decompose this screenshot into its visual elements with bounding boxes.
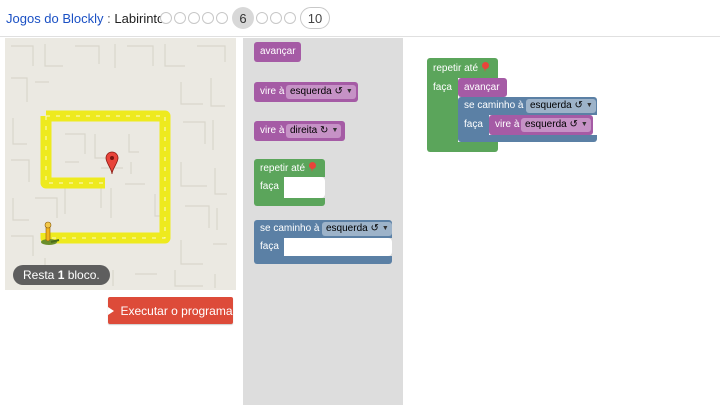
workspace-repeat-until-top[interactable]: repetir até — [427, 58, 498, 78]
maze-inner-path — [40, 116, 105, 189]
dropdown-arrow-icon: ▼ — [585, 102, 593, 109]
maze-outer-path — [40, 110, 171, 244]
if-path-do-label: faça — [260, 241, 279, 252]
repeat-until-do-label: faça — [260, 181, 279, 192]
repeat-until-body-arm: faça — [254, 177, 284, 198]
turn-left-direction-value: esquerda ↺ — [290, 86, 343, 97]
workspace-if-path-direction-value: esquerda ↺ — [530, 100, 583, 111]
level-3-link[interactable] — [188, 12, 200, 24]
toolbox-turn-left-block[interactable]: vire à esquerda ↺ ▼ — [254, 82, 358, 102]
toolbox-turn-right-block[interactable]: vire à direita ↻ ▼ — [254, 121, 345, 141]
if-path-direction-dropdown[interactable]: esquerda ↺ ▼ — [322, 222, 392, 236]
repeat-until-bottom — [254, 198, 325, 206]
block-workspace[interactable]: repetir até faça avançar se caminho à es… — [403, 38, 720, 405]
level-5-link[interactable] — [216, 12, 228, 24]
if-path-bottom — [254, 256, 392, 264]
if-path-direction-value: esquerda ↺ — [326, 223, 379, 234]
level-10-link[interactable]: 10 — [300, 7, 330, 29]
maze-board: Resta 1 bloco. — [5, 38, 236, 290]
dropdown-arrow-icon: ▼ — [331, 127, 339, 134]
workspace-move-forward-block[interactable]: avançar — [458, 78, 507, 97]
dropdown-arrow-icon: ▼ — [345, 88, 353, 95]
level-1-link[interactable] — [160, 12, 172, 24]
repeat-until-top: repetir até — [254, 159, 325, 177]
level-4-link[interactable] — [202, 12, 214, 24]
run-program-label: Executar o programa — [120, 303, 233, 318]
remaining-suffix: bloco. — [64, 268, 100, 282]
workspace-repeat-until-arm: faça — [427, 78, 458, 142]
current-level-indicator: 6 — [232, 7, 254, 29]
workspace-if-path-label: se caminho à — [464, 100, 524, 111]
level-selector: 6 10 — [160, 7, 330, 29]
workspace-if-path-arm: faça — [458, 115, 489, 135]
level-8-link[interactable] — [270, 12, 282, 24]
blocks-remaining-badge: Resta 1 bloco. — [13, 265, 110, 285]
if-path-slot — [284, 238, 392, 256]
workspace-repeat-until-bottom — [427, 142, 498, 152]
dropdown-arrow-icon: ▼ — [580, 121, 588, 128]
level-2-link[interactable] — [174, 12, 186, 24]
workspace-if-path-top[interactable]: se caminho à esquerda ↺ ▼ — [458, 97, 597, 115]
repeat-until-label: repetir até — [260, 162, 317, 175]
run-program-button[interactable]: Executar o programa — [108, 297, 233, 324]
turn-left-label: vire à — [260, 86, 285, 97]
turn-right-direction-value: direita ↻ — [290, 125, 329, 136]
turn-right-label: vire à — [260, 125, 285, 136]
move-forward-label: avançar — [260, 46, 296, 57]
level-7-link[interactable] — [256, 12, 268, 24]
block-toolbox: avançar vire à esquerda ↺ ▼ vire à direit… — [243, 38, 403, 405]
page-title: Jogos do Blockly : Labirinto — [6, 11, 164, 26]
dropdown-arrow-icon: ▼ — [381, 225, 389, 232]
workspace-turn-label: vire à — [495, 119, 520, 130]
workspace-repeat-until-do-label: faça — [433, 82, 452, 93]
workspace-if-path-bottom — [458, 135, 597, 142]
turn-left-direction-dropdown[interactable]: esquerda ↺ ▼ — [286, 85, 356, 99]
goal-pin-icon — [309, 162, 317, 172]
turn-right-direction-dropdown[interactable]: direita ↻ ▼ — [286, 124, 342, 138]
remaining-prefix: Resta — [23, 268, 58, 282]
maze-map — [11, 44, 227, 288]
workspace-if-path-do-label: faça — [464, 119, 483, 130]
workspace-turn-direction-dropdown[interactable]: esquerda ↺ ▼ — [521, 118, 591, 132]
goal-pin-icon — [482, 62, 490, 72]
workspace-turn-direction-value: esquerda ↺ — [525, 119, 578, 130]
repeat-until-text: repetir até — [260, 163, 306, 174]
if-path-top: se caminho à esquerda ↺ ▼ — [254, 220, 392, 238]
app-title-link[interactable]: Jogos do Blockly — [6, 11, 104, 26]
goal-marker-icon — [105, 151, 119, 175]
repeat-until-slot — [284, 177, 325, 198]
toolbox-move-forward-block[interactable]: avançar — [254, 42, 301, 62]
workspace-repeat-until-label: repetir até — [433, 62, 490, 75]
if-path-label: se caminho à — [260, 223, 320, 234]
if-path-body-arm: faça — [254, 238, 284, 256]
game-title: Labirinto — [114, 11, 165, 26]
level-9-link[interactable] — [284, 12, 296, 24]
path-dashes — [45, 115, 166, 239]
play-icon — [108, 306, 115, 315]
header-bar: Jogos do Blockly : Labirinto 6 10 — [0, 0, 720, 37]
workspace-repeat-until-text: repetir até — [433, 63, 479, 74]
workspace-move-forward-label: avançar — [464, 82, 500, 93]
title-separator: : — [103, 11, 115, 26]
workspace-if-path-direction-dropdown[interactable]: esquerda ↺ ▼ — [526, 99, 596, 113]
workspace-turn-block[interactable]: vire à esquerda ↺ ▼ — [489, 115, 593, 135]
